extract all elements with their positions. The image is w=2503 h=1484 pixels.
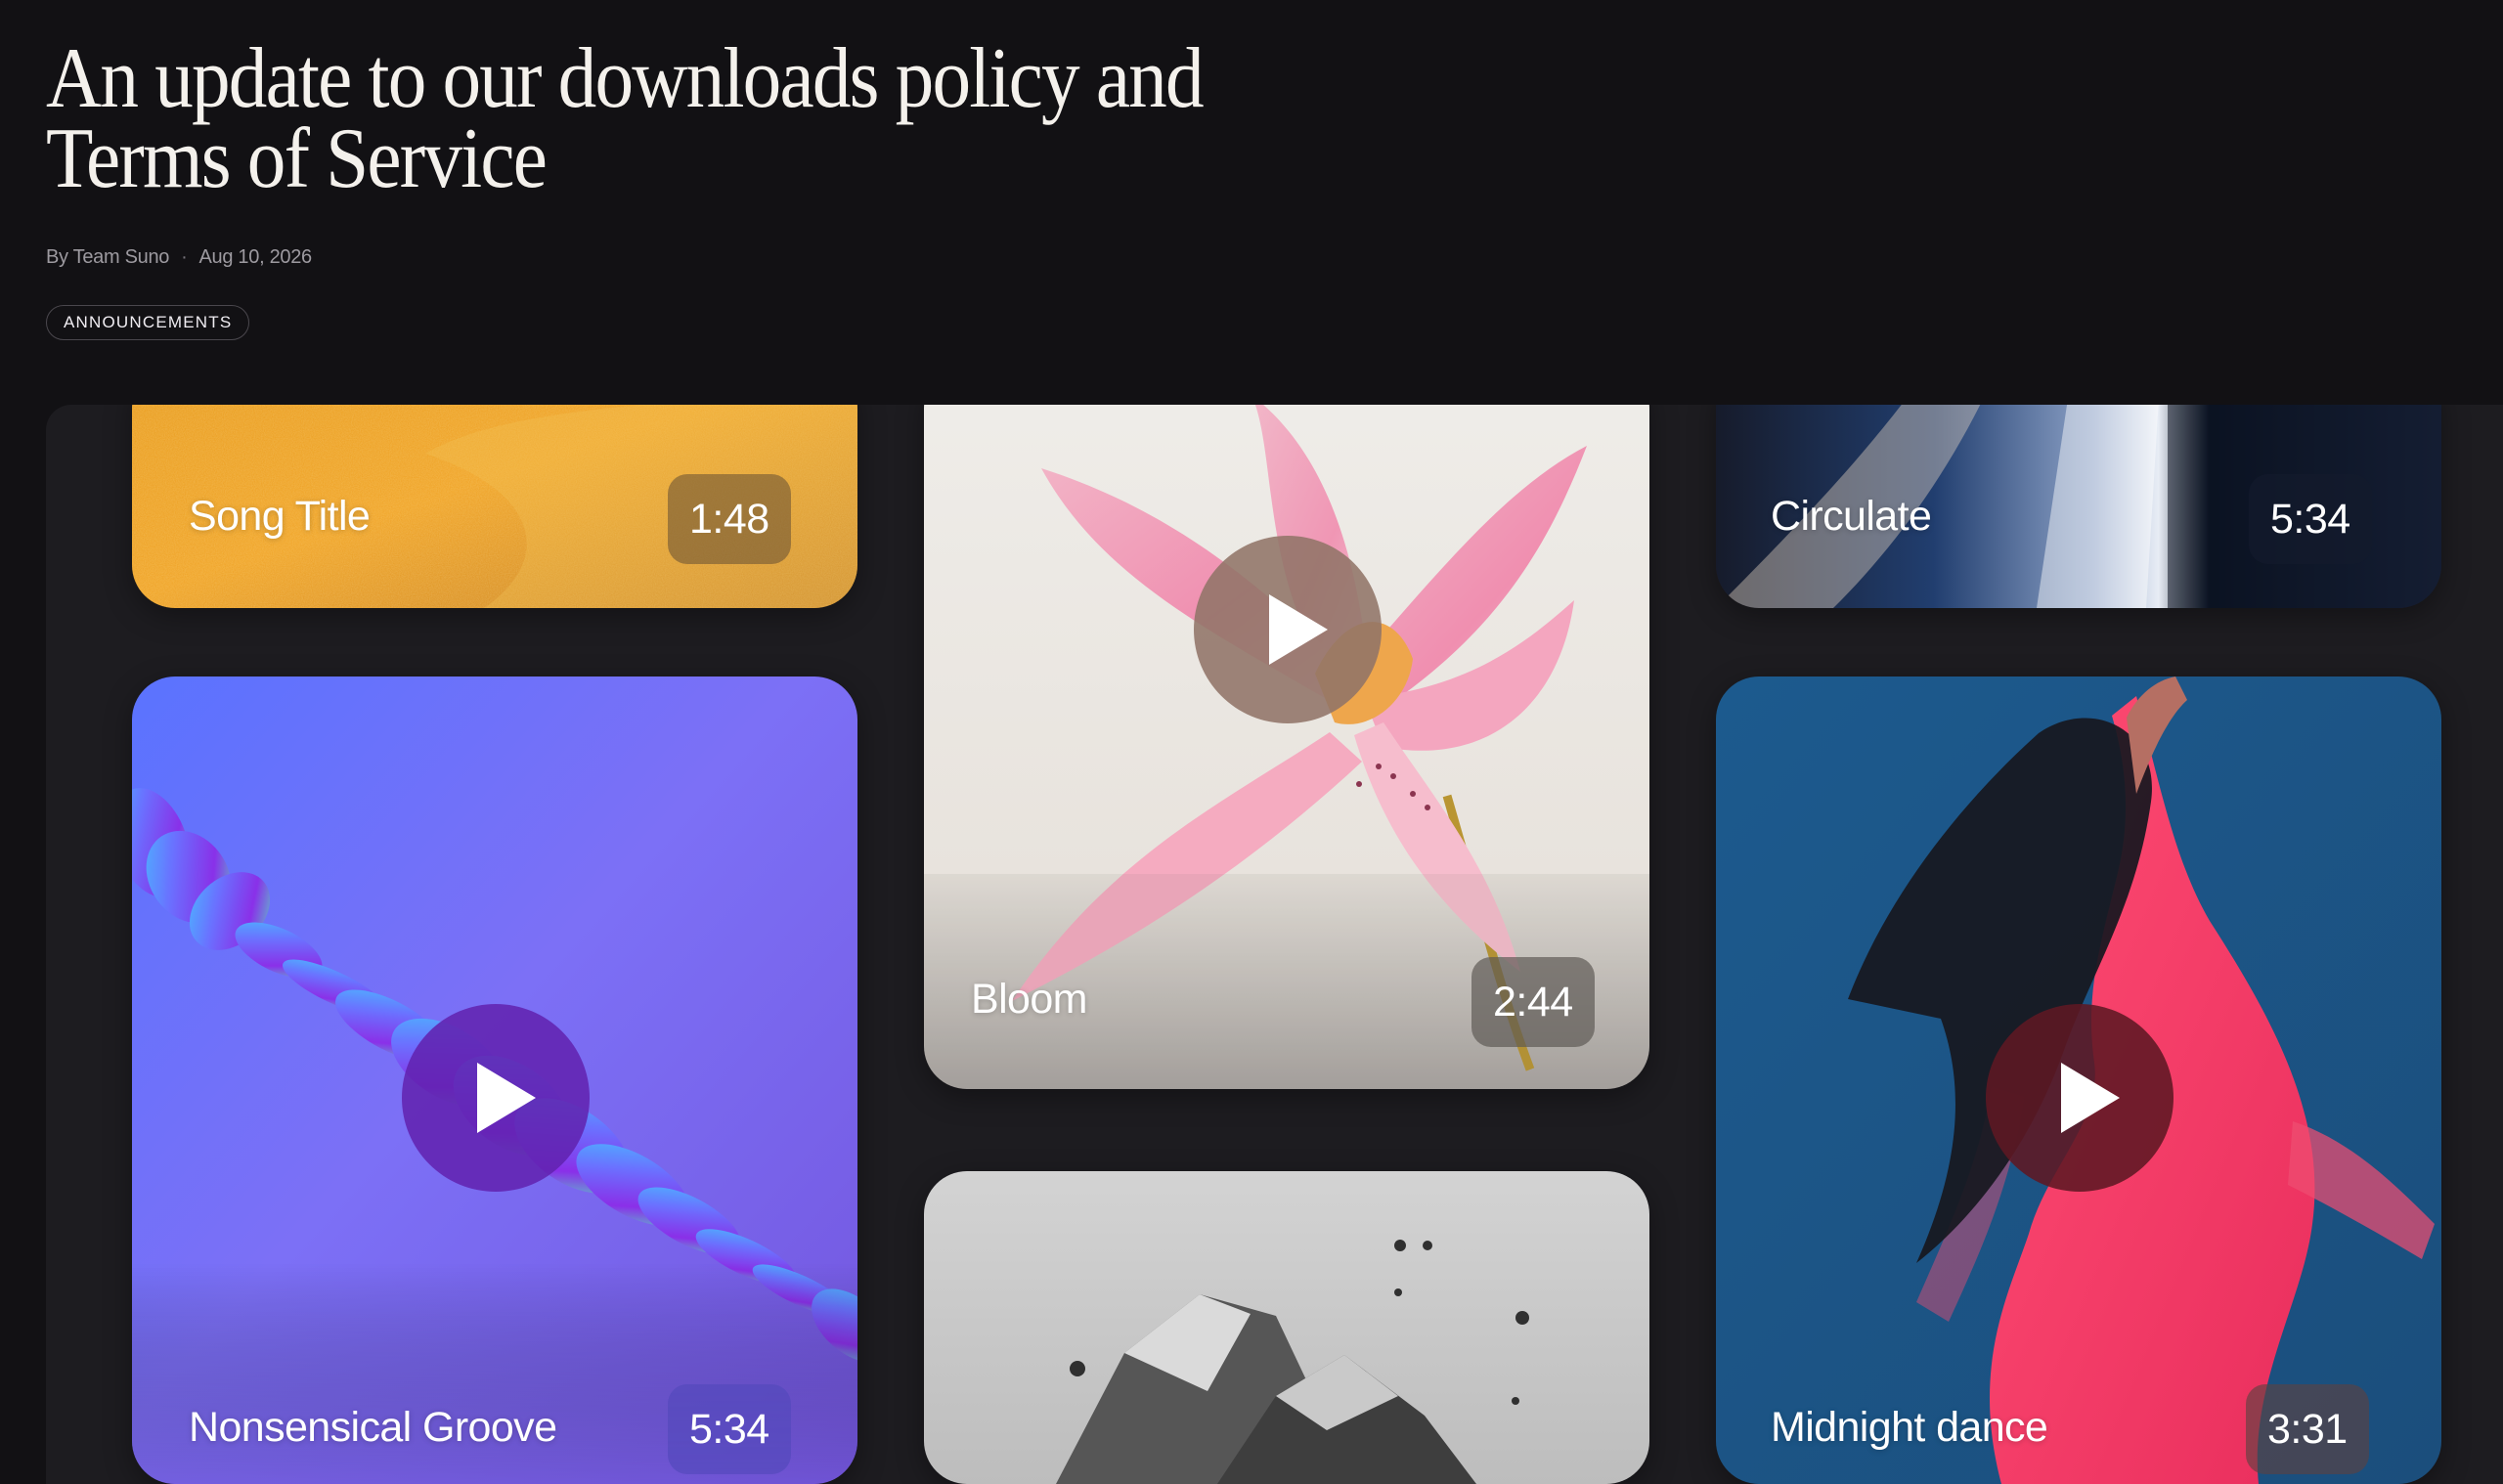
announcements-tag[interactable]: ANNOUNCEMENTS (46, 305, 250, 340)
play-button[interactable] (1986, 1004, 2174, 1192)
article-page: An update to our downloads policy and Te… (0, 0, 2503, 1484)
article-meta: By Team Suno · Aug 10, 2026 (46, 245, 312, 269)
nonsensical-groove-label: Nonsensical Groove (189, 1404, 557, 1451)
midnight-dance-duration: 3:31 (2246, 1384, 2369, 1474)
play-icon (1269, 594, 1328, 665)
song-card-midnight-dance[interactable]: Midnight dance 3:31 (1716, 677, 2441, 1484)
play-icon (477, 1063, 536, 1133)
song-card-nonsensical-groove[interactable]: Nonsensical Groove 5:34 (132, 677, 857, 1484)
song-title-duration: 1:48 (668, 474, 791, 564)
song-card-song-title[interactable]: Song Title 1:48 (132, 405, 857, 608)
play-button[interactable] (402, 1004, 590, 1192)
song-card-bloom[interactable]: Bloom 2:44 (924, 405, 1649, 1089)
article-byline: By Team Suno (46, 246, 170, 268)
article-date: Aug 10, 2026 (198, 246, 312, 268)
song-card-rock[interactable] (924, 1171, 1649, 1484)
song-card-circulate[interactable]: Circulate 5:34 (1716, 405, 2441, 608)
song-title-label: Song Title (189, 493, 371, 540)
play-icon (2061, 1063, 2120, 1133)
circulate-label: Circulate (1771, 493, 1932, 540)
nonsensical-groove-duration: 5:34 (668, 1384, 791, 1474)
bloom-label: Bloom (971, 976, 1087, 1023)
circulate-duration: 5:34 (2249, 474, 2372, 564)
meta-separator: · (181, 246, 188, 268)
song-gallery: Song Title 1:48 Nonsensical Groove 5:34 … (46, 405, 2503, 1484)
bloom-duration: 2:44 (1471, 957, 1595, 1047)
midnight-dance-label: Midnight dance (1771, 1404, 2048, 1451)
rock-artwork (924, 1171, 1649, 1484)
article-title: An update to our downloads policy and Te… (46, 31, 1205, 206)
play-button[interactable] (1194, 536, 1382, 723)
